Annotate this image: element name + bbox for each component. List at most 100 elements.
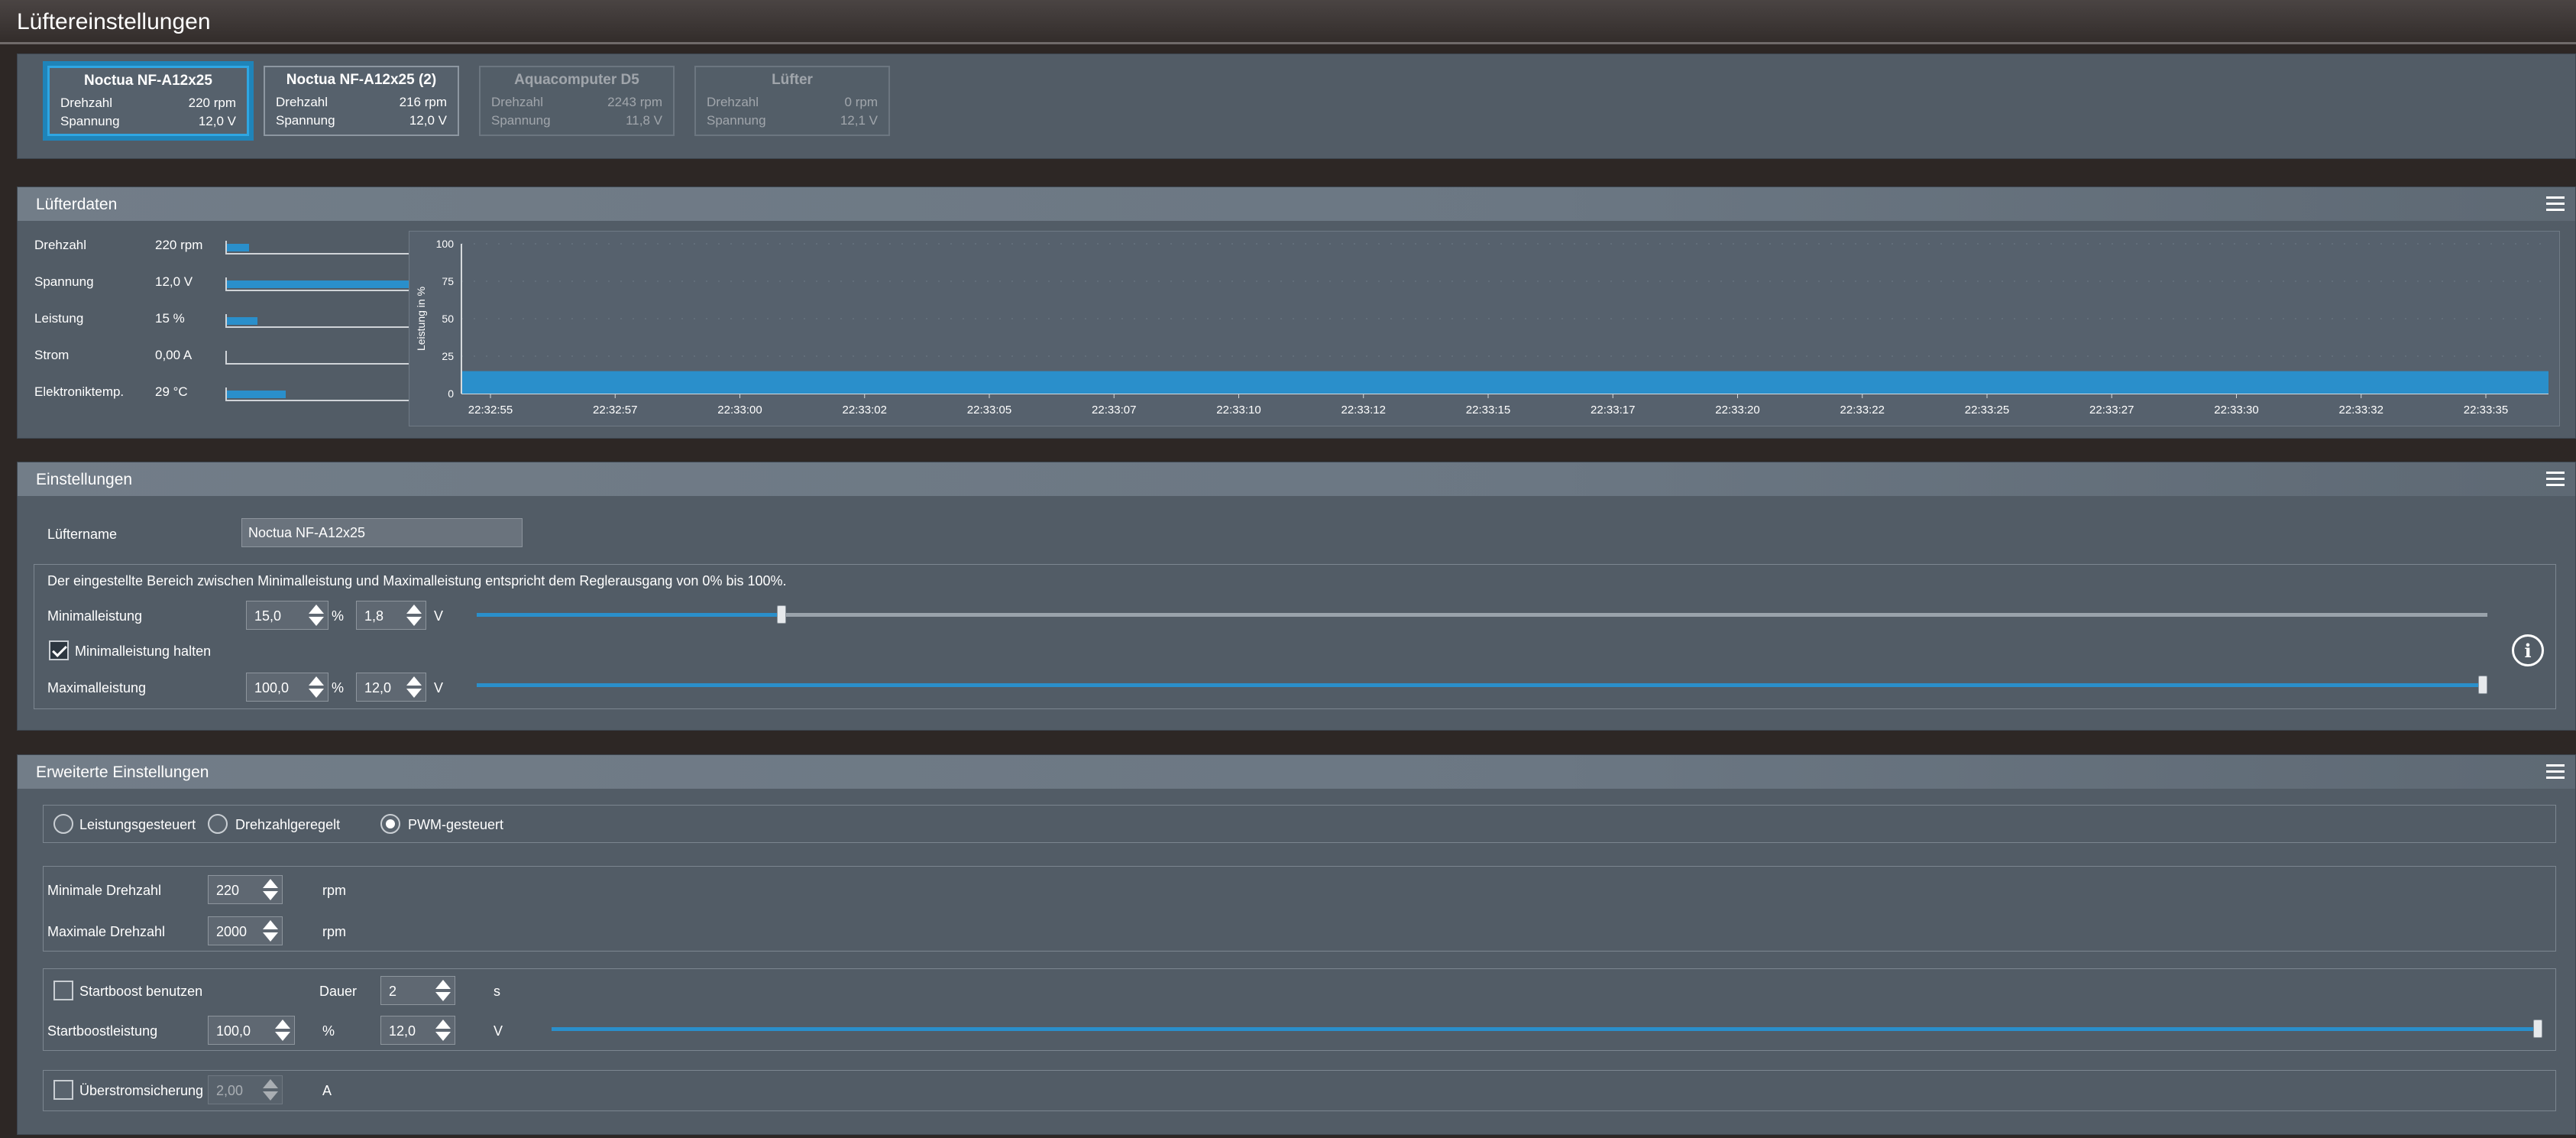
settings-header: Einstellungen: [18, 462, 2575, 496]
min-power-percent-stepper[interactable]: 15,0: [246, 601, 328, 630]
power-chart-svg: 100 75 50 25 0 22:32:55 22:32:57 22:33:00 22:33:…: [415, 238, 2548, 417]
percent-unit: %: [332, 608, 345, 624]
fan-tile-speed-label: Drehzahl: [60, 96, 113, 110]
mode-radio-power[interactable]: [53, 814, 73, 834]
window-titlebar: Lüftereinstellungen: [0, 0, 2576, 44]
chart-xtick-label: 22:33:20: [1715, 404, 1759, 417]
chart-xtick-label: 22:33:12: [1341, 404, 1386, 417]
fan-tile-1[interactable]: Noctua NF-A12x25 (2) Drehzahl 216 rpm Spa…: [264, 66, 459, 136]
fan-tile-speed-label: Drehzahl: [276, 95, 328, 109]
fan-tile-name: Noctua NF-A12x25 (2): [286, 72, 437, 88]
max-power-label: Maximalleistung: [47, 680, 147, 695]
stepper-arrows-icon[interactable]: [406, 603, 422, 627]
fan-data-bar-fill: [227, 391, 286, 398]
fan-data-bar: [225, 387, 430, 401]
slider-handle[interactable]: [777, 605, 786, 624]
chart-ytick-label: 75: [442, 275, 454, 287]
chart-area: [462, 371, 2548, 394]
min-power-slider[interactable]: [477, 605, 2487, 624]
fan-tile-speed: 216 rpm: [399, 95, 447, 109]
duration-label: Dauer: [319, 984, 358, 999]
volt-unit: V: [434, 608, 444, 624]
advanced-header: Erweiterte Einstellungen: [18, 755, 2575, 789]
stepper-value: 100,0: [254, 680, 290, 695]
slider-handle[interactable]: [2478, 676, 2487, 694]
overcurrent-stepper[interactable]: 2,00: [208, 1075, 283, 1104]
fan-name-input[interactable]: [241, 518, 523, 547]
fan-tile-voltage: 12,1 V: [840, 113, 878, 128]
stepper-arrows-icon[interactable]: [274, 1018, 291, 1042]
stepper-arrows-icon[interactable]: [406, 675, 422, 699]
volt-unit: V: [494, 1023, 503, 1039]
fan-data-title: Lüfterdaten: [36, 196, 118, 213]
max-rpm-stepper[interactable]: 2000: [208, 916, 283, 945]
stepper-arrows-icon[interactable]: [262, 919, 279, 943]
stepper-arrows-icon[interactable]: [308, 603, 325, 627]
chart-xtick-label: 22:33:05: [967, 404, 1011, 417]
chart-xtick-label: 22:33:10: [1216, 404, 1260, 417]
fan-tile-2[interactable]: Aquacomputer D5 Drehzahl 2243 rpm Spannun…: [479, 66, 675, 136]
overcurrent-label: Überstromsicherung: [79, 1083, 204, 1098]
fan-tile-name: Noctua NF-A12x25: [84, 73, 212, 89]
stepper-value: 2: [389, 984, 397, 999]
fan-data-label: Elektroniktemp.: [34, 384, 125, 399]
advanced-title: Erweiterte Einstellungen: [36, 764, 209, 781]
fan-data-bar-fill: [227, 317, 257, 325]
fan-tile-voltage: 11,8 V: [626, 113, 662, 128]
min-rpm-stepper[interactable]: 220: [208, 875, 283, 904]
fan-tile-voltage-label: Spannung: [276, 113, 335, 128]
power-chart: 100 75 50 25 0 22:32:55 22:32:57 22:33:00 22:33:…: [409, 231, 2560, 426]
fan-data-label: Spannung: [34, 274, 94, 289]
boost-percent-stepper[interactable]: 100,0: [208, 1016, 295, 1045]
fan-tile-0[interactable]: Noctua NF-A12x25 Drehzahl 220 rpm Spannun…: [43, 61, 254, 141]
fan-data-bar: [225, 351, 430, 365]
stepper-arrows-icon[interactable]: [262, 1078, 279, 1102]
chart-xtick-label: 22:32:55: [468, 404, 513, 417]
startboost-checkbox[interactable]: [53, 981, 73, 1000]
stepper-value: 12,0: [389, 1023, 416, 1039]
info-icon[interactable]: i: [2512, 634, 2544, 666]
fan-data-value: 0,00 A: [155, 348, 193, 362]
chart-xtick-label: 22:33:17: [1591, 404, 1635, 417]
stepper-value: 15,0: [254, 608, 282, 624]
stepper-arrows-icon[interactable]: [308, 675, 325, 699]
max-power-percent-stepper[interactable]: 100,0: [246, 673, 328, 702]
chart-xtick-label: 22:33:15: [1466, 404, 1510, 417]
max-power-slider[interactable]: [477, 676, 2487, 694]
chart-xtick-label: 22:33:25: [1965, 404, 2009, 417]
range-note: Der eingestellte Bereich zwischen Minima…: [47, 573, 787, 588]
stepper-value: 2000: [216, 924, 248, 939]
boost-volt-stepper[interactable]: 12,0: [380, 1016, 455, 1045]
overcurrent-checkbox[interactable]: [53, 1080, 73, 1100]
stepper-value: 100,0: [216, 1023, 251, 1039]
stepper-arrows-icon[interactable]: [262, 877, 279, 902]
fan-data-bar-fill: [227, 244, 250, 251]
fan-tile-voltage: 12,0 V: [409, 113, 447, 128]
chart-xtick-label: 22:33:00: [717, 404, 762, 417]
slider-fill: [552, 1027, 2538, 1031]
fan-data-value: 29 °C: [155, 384, 188, 399]
menu-icon[interactable]: [2546, 472, 2565, 487]
fan-data-label: Strom: [34, 348, 70, 362]
boost-power-slider[interactable]: [552, 1020, 2542, 1038]
mode-radio-pwm[interactable]: [380, 814, 400, 834]
mode-radio-rpm[interactable]: [208, 814, 228, 834]
fan-tile-voltage-label: Spannung: [707, 113, 766, 128]
stepper-arrows-icon[interactable]: [435, 978, 451, 1003]
fan-name-label: Lüftername: [47, 527, 118, 542]
window-title: Lüftereinstellungen: [17, 9, 211, 34]
menu-icon[interactable]: [2546, 196, 2565, 212]
fan-tile-voltage: 12,0 V: [198, 114, 236, 128]
max-power-volt-stepper[interactable]: 12,0: [356, 673, 426, 702]
stepper-value: 2,00: [216, 1083, 244, 1098]
hold-min-checkbox[interactable]: [49, 640, 69, 660]
min-power-volt-stepper[interactable]: 1,8: [356, 601, 426, 630]
duration-stepper[interactable]: 2: [380, 976, 455, 1005]
slider-handle[interactable]: [2533, 1020, 2542, 1038]
max-rpm-label: Maximale Drehzahl: [47, 924, 166, 939]
fan-tile-3[interactable]: Lüfter Drehzahl 0 rpm Spannung 12,1 V: [694, 66, 890, 136]
amp-unit: A: [322, 1083, 332, 1098]
chart-xtick-label: 22:33:22: [1840, 404, 1885, 417]
menu-icon[interactable]: [2546, 764, 2565, 780]
stepper-arrows-icon[interactable]: [435, 1018, 451, 1042]
